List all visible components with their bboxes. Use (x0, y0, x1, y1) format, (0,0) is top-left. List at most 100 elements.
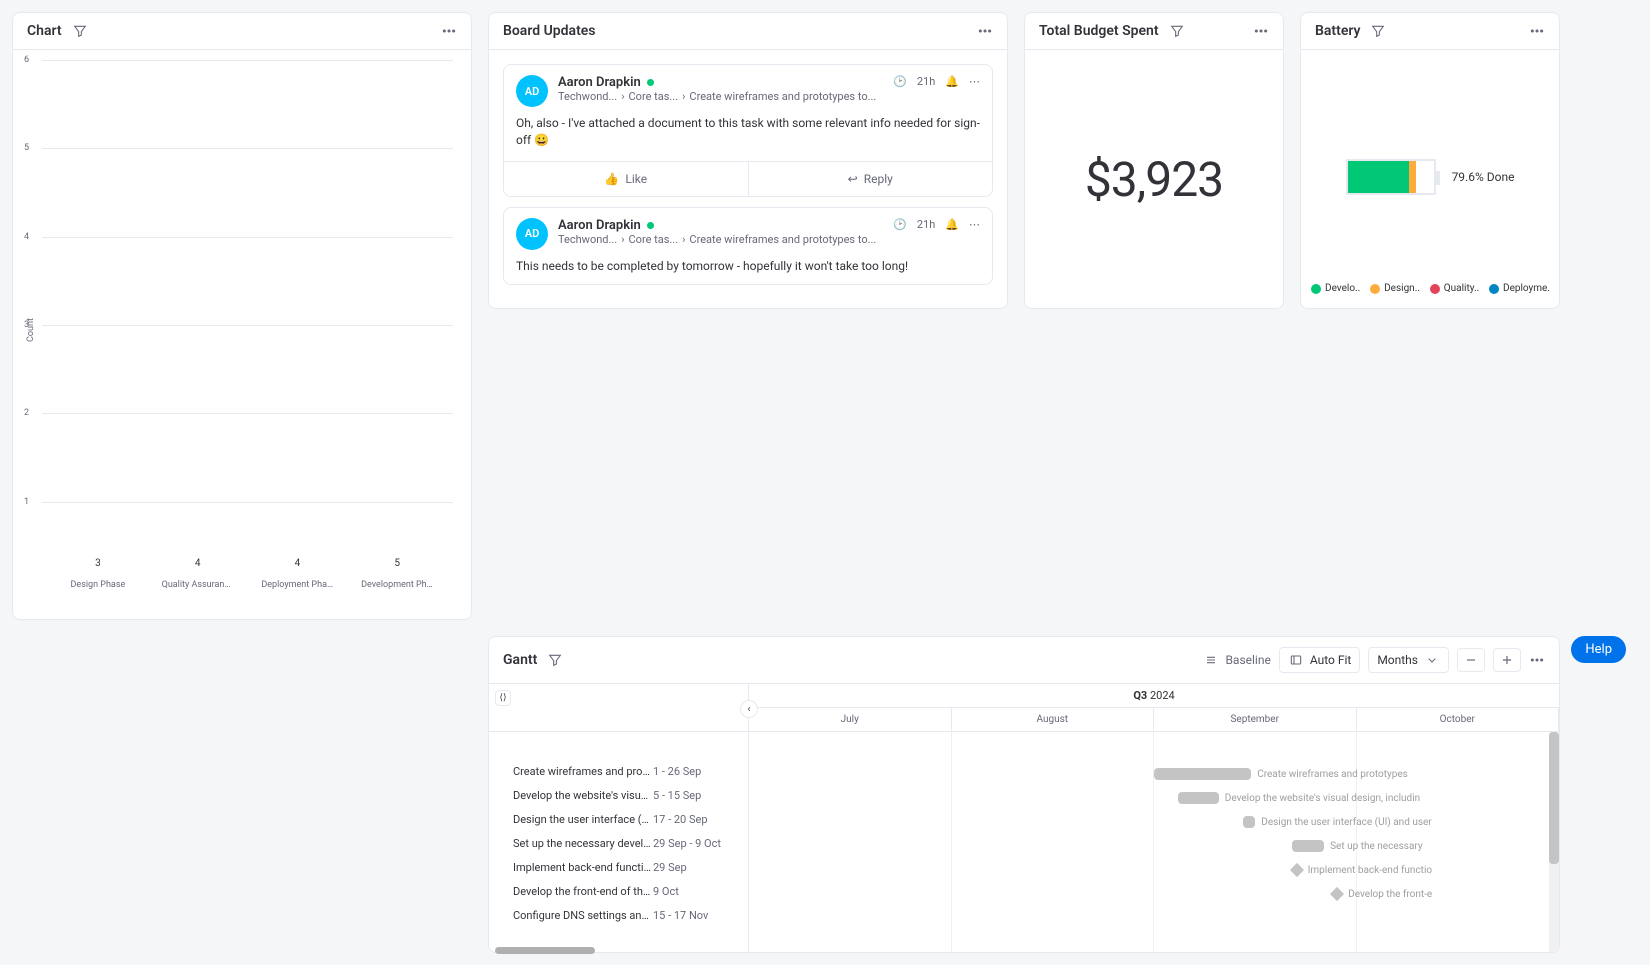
chart-tick: 2 (24, 408, 29, 418)
gantt-bar[interactable] (1178, 792, 1219, 804)
legend-label: Deployme... (1503, 283, 1549, 294)
breadcrumb[interactable]: Techwond...›Core tas...›Create wireframe… (558, 90, 883, 103)
chart-bar-value: 3 (95, 558, 101, 569)
breadcrumb-item[interactable]: Create wireframes and prototypes to... (689, 233, 876, 246)
gantt-task-row[interactable]: Configure DNS settings and e...15 - 17 N… (513, 906, 748, 924)
gantt-bar[interactable] (1154, 768, 1251, 780)
legend-swatch (1370, 284, 1380, 294)
gantt-month: July (749, 708, 952, 731)
more-icon[interactable]: ⋯ (969, 75, 980, 88)
chart-tick: 4 (24, 232, 29, 242)
legend-item[interactable]: Quality... (1430, 283, 1479, 294)
expand-button[interactable]: ‹ (740, 700, 758, 718)
breadcrumb-item[interactable]: Techwond... (558, 233, 617, 246)
chart-bar-label: Quality Assuranc... (162, 580, 234, 590)
gantt-bar-label: Implement back-end functio (1308, 865, 1432, 876)
autofit-button[interactable]: Auto Fit (1279, 647, 1360, 673)
gantt-task-list: Create wireframes and protot...1 - 26 Se… (489, 732, 748, 924)
chart-widget: Chart Count 1234563Design Phase4Quality … (12, 12, 472, 620)
collapse-button[interactable]: ⟨⟩ (495, 690, 511, 706)
legend-item[interactable]: Deployme... (1489, 283, 1549, 294)
autofit-label: Auto Fit (1310, 653, 1351, 667)
gantt-task-row[interactable]: Develop the front-end of the ...9 Oct (513, 882, 748, 900)
gantt-task-row[interactable]: Set up the necessary develop...29 Sep - … (513, 834, 748, 852)
update-card[interactable]: ADAaron DrapkinTechwond...›Core tas...›C… (503, 207, 993, 286)
gantt-month: October (1357, 708, 1560, 731)
gantt-task-dates: 9 Oct (653, 885, 748, 898)
baseline-toggle[interactable]: Baseline (1203, 652, 1270, 668)
gantt-task-dates: 17 - 20 Sep (653, 813, 748, 826)
gantt-task-row[interactable]: Implement back-end function...29 Sep (513, 858, 748, 876)
help-button[interactable]: Help (1571, 636, 1626, 663)
gantt-task-dates: 5 - 15 Sep (653, 789, 748, 802)
gantt-bar-row: Set up the necessary (749, 834, 1559, 858)
reply-button[interactable]: ↩Reply (748, 162, 993, 196)
breadcrumb-item[interactable]: Core tas... (629, 90, 679, 103)
gantt-bar-label: Develop the front-e (1348, 889, 1432, 900)
budget-body: $3,923 (1025, 50, 1283, 308)
zoom-in-button[interactable] (1493, 648, 1521, 672)
vertical-scrollbar-thumb[interactable] (1549, 732, 1559, 864)
budget-header: Total Budget Spent (1025, 13, 1283, 50)
baseline-label: Baseline (1225, 653, 1270, 667)
legend-item[interactable]: Design... (1370, 283, 1420, 294)
breadcrumb[interactable]: Techwond...›Core tas...›Create wireframe… (558, 233, 883, 246)
gantt-right-pane: Q3 2024 JulyAugustSeptemberOctober Creat… (749, 684, 1559, 952)
battery-shell (1346, 159, 1436, 195)
gantt-task-row[interactable]: Create wireframes and protot...1 - 26 Se… (513, 762, 748, 780)
filter-icon[interactable] (1370, 23, 1386, 39)
gantt-title: Gantt (503, 652, 537, 668)
filter-icon[interactable] (72, 23, 88, 39)
gantt-task-dates: 1 - 26 Sep (653, 765, 748, 778)
filter-icon[interactable] (1169, 23, 1185, 39)
gantt-task-name: Implement back-end function... (513, 861, 653, 874)
gantt-task-row[interactable]: Design the user interface (UI) ...17 - 2… (513, 810, 748, 828)
months-dropdown[interactable]: Months (1368, 647, 1449, 673)
more-icon[interactable] (1529, 23, 1545, 39)
gantt-timeline-header: Q3 2024 JulyAugustSeptemberOctober (749, 684, 1559, 732)
filter-icon[interactable] (547, 652, 563, 668)
chart-bar-value: 4 (295, 558, 301, 569)
gantt-bar[interactable] (1243, 816, 1255, 828)
zoom-out-button[interactable] (1457, 648, 1485, 672)
more-icon[interactable]: ⋯ (969, 218, 980, 231)
gantt-milestone[interactable] (1330, 887, 1344, 901)
breadcrumb-item[interactable]: Techwond... (558, 90, 617, 103)
chart-bar-label: Deployment Phase (261, 580, 333, 590)
like-button[interactable]: 👍Like (504, 162, 748, 196)
battery-segment (1409, 161, 1416, 193)
horizontal-scrollbar[interactable] (495, 947, 595, 954)
update-body-text: Oh, also - I've attached a document to t… (516, 115, 980, 149)
breadcrumb-item[interactable]: Create wireframes and prototypes to... (689, 90, 876, 103)
gantt-milestone[interactable] (1290, 863, 1304, 877)
avatar[interactable]: AD (516, 218, 548, 250)
vertical-scrollbar[interactable] (1549, 732, 1559, 952)
gantt-month: September (1154, 708, 1357, 731)
bell-icon[interactable]: 🔔 (945, 218, 959, 231)
breadcrumb-item[interactable]: Core tas... (629, 233, 679, 246)
more-icon[interactable] (441, 23, 457, 39)
update-body-text: This needs to be completed by tomorrow -… (516, 258, 980, 275)
chart-tick: 6 (24, 55, 29, 65)
gantt-task-row[interactable]: Develop the website's visual d...5 - 15 … (513, 786, 748, 804)
update-time: 21h (917, 75, 935, 88)
chart-plot: 1234563Design Phase4Quality Assuranc...4… (41, 60, 453, 590)
legend-item[interactable]: Develo... (1311, 283, 1360, 294)
board-updates-title: Board Updates (503, 23, 596, 39)
gantt-bar[interactable] (1292, 840, 1324, 852)
gantt-bar-row: Implement back-end functio (749, 858, 1559, 882)
more-icon[interactable] (977, 23, 993, 39)
gantt-bars-area[interactable]: Create wireframes and prototypesDevelop … (749, 732, 1559, 952)
legend-label: Quality... (1444, 283, 1479, 294)
chart-bar-value: 4 (195, 558, 201, 569)
gantt-task-name: Configure DNS settings and e... (513, 909, 653, 922)
more-icon[interactable] (1253, 23, 1269, 39)
gantt-bar-label: Set up the necessary (1330, 841, 1423, 852)
battery-header: Battery (1301, 13, 1559, 50)
online-status-dot (647, 79, 654, 86)
clock-icon: 🕑 (893, 218, 907, 231)
more-icon[interactable] (1529, 652, 1545, 668)
bell-icon[interactable]: 🔔 (945, 75, 959, 88)
avatar[interactable]: AD (516, 75, 548, 107)
update-card[interactable]: ADAaron DrapkinTechwond...›Core tas...›C… (503, 64, 993, 197)
